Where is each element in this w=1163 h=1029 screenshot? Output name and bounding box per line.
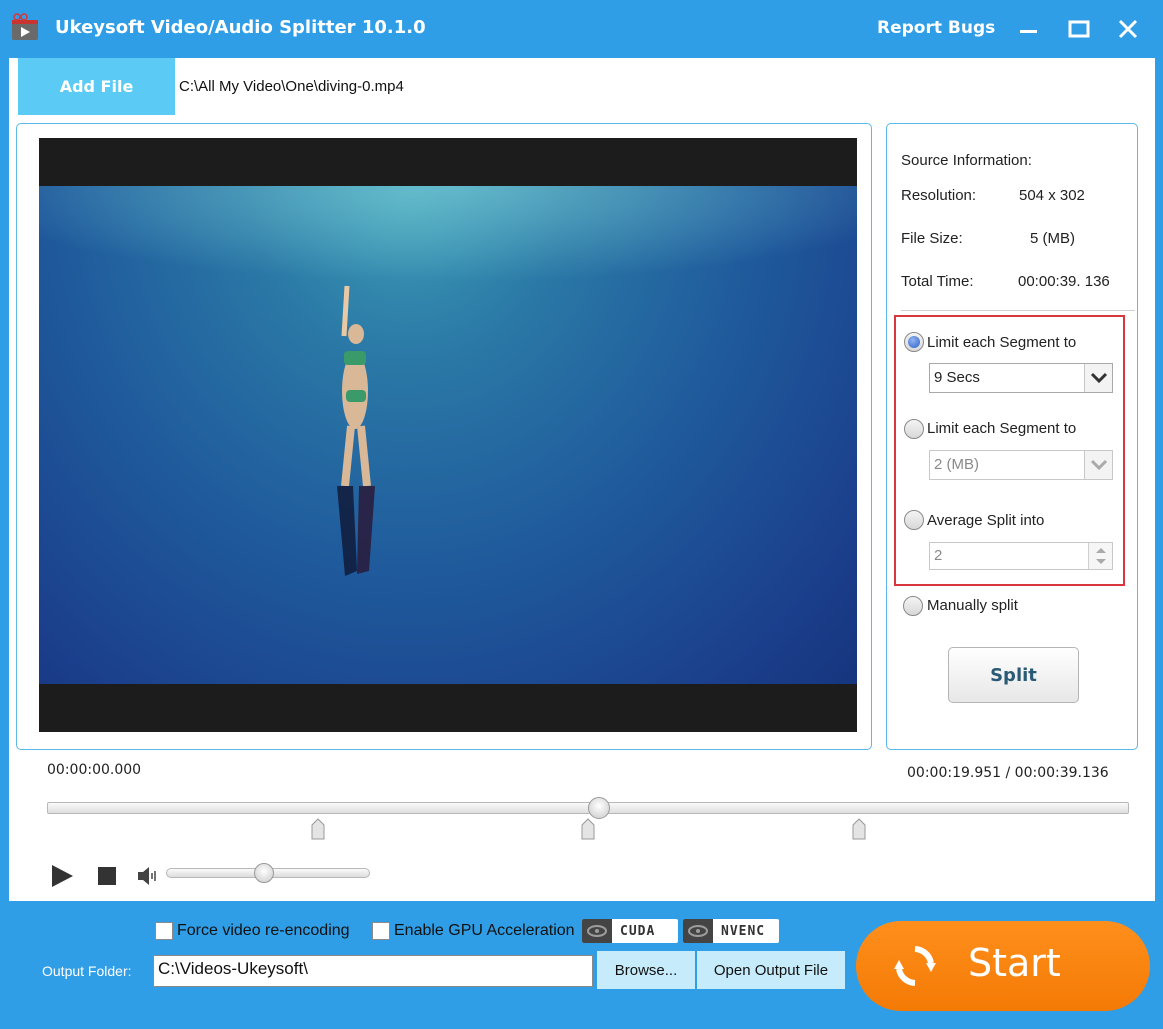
output-settings-bar: Force video re-encoding Enable GPU Accel… bbox=[0, 901, 1163, 1029]
average-split-radio[interactable] bbox=[904, 510, 924, 530]
source-info-heading: Source Information: bbox=[901, 152, 1032, 169]
limit-time-radio[interactable] bbox=[904, 332, 924, 352]
start-button[interactable]: Start bbox=[856, 921, 1150, 1011]
limit-size-radio[interactable] bbox=[904, 419, 924, 439]
average-split-value: 2 bbox=[934, 547, 943, 564]
report-bugs-link[interactable]: Report Bugs bbox=[877, 18, 995, 38]
app-logo-icon bbox=[12, 13, 38, 40]
split-marker[interactable] bbox=[581, 818, 595, 840]
timeline-thumb[interactable] bbox=[587, 797, 610, 819]
limit-time-label: Limit each Segment to bbox=[927, 334, 1077, 351]
refresh-icon bbox=[894, 946, 936, 986]
nvenc-badge: NVENC bbox=[683, 919, 779, 943]
info-divider bbox=[901, 310, 1135, 311]
segment-size-value: 2 (MB) bbox=[934, 456, 979, 473]
gpu-acceleration-checkbox[interactable] bbox=[372, 922, 390, 940]
volume-thumb[interactable] bbox=[253, 863, 274, 883]
position-readout: 00:00:19.951 / 00:00:39.136 bbox=[907, 765, 1109, 781]
segment-time-select[interactable]: 9 Secs bbox=[929, 363, 1113, 393]
resolution-label: Resolution: bbox=[901, 187, 977, 204]
window-title: Ukeysoft Video/Audio Splitter 10.1.0 bbox=[55, 17, 426, 38]
split-mode-group: Limit each Segment to 9 Secs Limit each … bbox=[894, 315, 1125, 586]
split-marker[interactable] bbox=[311, 818, 325, 840]
timeline-start-time: 00:00:00.000 bbox=[47, 762, 142, 778]
average-split-stepper[interactable]: 2 bbox=[929, 542, 1113, 570]
start-label: Start bbox=[968, 941, 1061, 985]
split-marker[interactable] bbox=[852, 818, 866, 840]
segment-time-value: 9 Secs bbox=[934, 369, 980, 386]
total-time-label: Total Time: bbox=[901, 273, 974, 290]
segment-size-select[interactable]: 2 (MB) bbox=[929, 450, 1113, 480]
main-content: Add File C:\All My Video\One\diving-0.mp… bbox=[9, 58, 1155, 901]
average-split-label: Average Split into bbox=[927, 512, 1045, 529]
split-button[interactable]: Split bbox=[948, 647, 1079, 703]
file-path-text: C:\All My Video\One\diving-0.mp4 bbox=[179, 78, 404, 95]
play-icon[interactable] bbox=[50, 864, 74, 888]
close-icon[interactable] bbox=[1108, 10, 1148, 48]
file-size-value: 5 (MB) bbox=[1030, 230, 1075, 247]
title-bar: Ukeysoft Video/Audio Splitter 10.1.0 Rep… bbox=[0, 0, 1163, 58]
force-reencode-label: Force video re-encoding bbox=[177, 922, 350, 939]
open-output-file-button[interactable]: Open Output File bbox=[697, 951, 845, 989]
nvenc-label: NVENC bbox=[721, 923, 766, 939]
maximize-icon[interactable] bbox=[1058, 10, 1098, 48]
file-size-label: File Size: bbox=[901, 230, 963, 247]
volume-icon[interactable] bbox=[136, 864, 160, 888]
video-player[interactable] bbox=[39, 138, 857, 732]
resolution-value: 504 x 302 bbox=[1019, 187, 1085, 204]
stop-icon[interactable] bbox=[97, 866, 117, 886]
split-options-panel: Source Information: Resolution: 504 x 30… bbox=[886, 123, 1138, 750]
add-file-button[interactable]: Add File bbox=[18, 58, 175, 115]
minimize-icon[interactable] bbox=[1008, 10, 1048, 48]
diver-illustration bbox=[39, 186, 857, 576]
video-preview-panel bbox=[16, 123, 872, 750]
cuda-badge: CUDA bbox=[582, 919, 678, 943]
browse-button[interactable]: Browse... bbox=[597, 951, 695, 989]
force-reencode-checkbox[interactable] bbox=[155, 922, 173, 940]
output-folder-label: Output Folder: bbox=[42, 963, 132, 979]
manual-split-label: Manually split bbox=[927, 597, 1018, 614]
output-folder-input[interactable]: C:\Videos-Ukeysoft\ bbox=[153, 955, 593, 987]
nvidia-eye-icon bbox=[582, 919, 612, 943]
nvidia-eye-icon bbox=[683, 919, 713, 943]
manual-split-radio[interactable] bbox=[903, 596, 923, 616]
limit-size-label: Limit each Segment to bbox=[927, 420, 1077, 437]
cuda-label: CUDA bbox=[620, 923, 656, 939]
gpu-acceleration-label: Enable GPU Acceleration bbox=[394, 922, 575, 939]
chevron-down-icon[interactable] bbox=[1084, 451, 1112, 479]
chevron-down-icon[interactable] bbox=[1084, 364, 1112, 392]
total-time-value: 00:00:39. 136 bbox=[1018, 273, 1110, 290]
spinner-arrows-icon[interactable] bbox=[1088, 543, 1112, 569]
video-frame-image bbox=[39, 186, 857, 684]
